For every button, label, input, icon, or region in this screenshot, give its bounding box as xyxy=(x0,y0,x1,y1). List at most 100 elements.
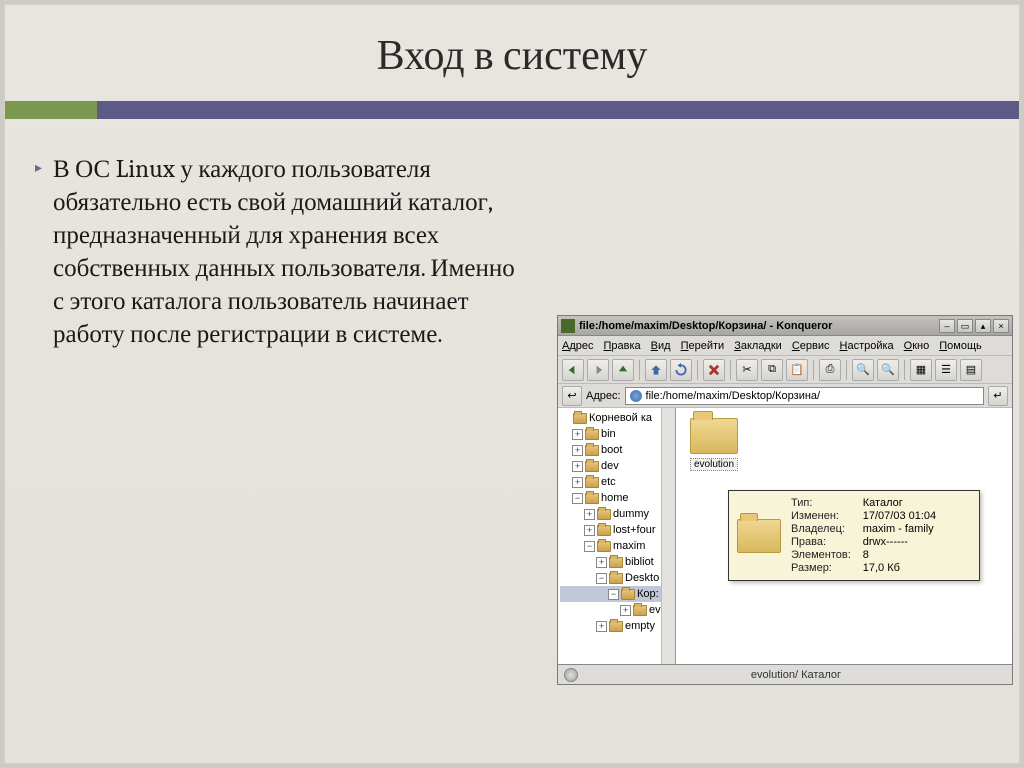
menubar: Адрес Правка Вид Перейти Закладки Сервис Настр… xyxy=(558,336,1012,356)
folder-icon xyxy=(737,519,781,553)
reload-button[interactable] xyxy=(670,359,692,381)
tree-toggle-icon[interactable]: − xyxy=(584,541,595,552)
tooltip-label: Элементов: xyxy=(791,549,851,561)
tree-item[interactable]: + lost+four xyxy=(560,522,675,538)
menu-item[interactable]: Перейти xyxy=(681,340,725,352)
up-button[interactable] xyxy=(612,359,634,381)
paste-button[interactable]: 📋 xyxy=(786,359,808,381)
print-button[interactable]: ⎙ xyxy=(819,359,841,381)
tooltip-value: maxim - family xyxy=(863,523,936,535)
tree-label: bin xyxy=(601,428,616,440)
tree-toggle-icon[interactable]: + xyxy=(572,445,583,456)
folder-icon xyxy=(573,413,587,424)
tree-item[interactable]: + bin xyxy=(560,426,675,442)
view-list-button[interactable]: ☰ xyxy=(935,359,957,381)
folder-icon xyxy=(597,525,611,536)
folder-icon xyxy=(585,477,599,488)
address-input[interactable]: file:/home/maxim/Desktop/Корзина/ xyxy=(625,387,984,405)
tree-panel[interactable]: Корневой ка+bin+boot+dev+etc−home+dummy+… xyxy=(558,408,676,664)
folder-label: evolution xyxy=(690,458,738,471)
shade-button[interactable]: ▴ xyxy=(975,319,991,333)
tooltip-label: Права: xyxy=(791,536,851,548)
close-button[interactable]: × xyxy=(993,319,1009,333)
tree-label: bibliot xyxy=(625,556,654,568)
tree-item[interactable]: − maxim xyxy=(560,538,675,554)
tree-toggle-icon[interactable]: + xyxy=(596,621,607,632)
tooltip-label: Тип: xyxy=(791,497,851,509)
home-button[interactable] xyxy=(645,359,667,381)
cut-button[interactable]: ✂ xyxy=(736,359,758,381)
go-button[interactable]: ↵ xyxy=(988,386,1008,406)
location-icon xyxy=(630,390,642,402)
address-label: Адрес: xyxy=(586,390,621,402)
tree-toggle-icon[interactable]: + xyxy=(584,509,595,520)
tooltip-value: drwx------ xyxy=(863,536,936,548)
tree-item[interactable]: +boot xyxy=(560,442,675,458)
tooltip-value: 8 xyxy=(863,549,936,561)
slide-body: ▸ В ОС Linux у каждого пользователя обяз… xyxy=(35,153,515,351)
nav-clear-button[interactable]: ↩ xyxy=(562,386,582,406)
menu-item[interactable]: Окно xyxy=(904,340,930,352)
tree-label: dummy xyxy=(613,508,649,520)
tree-item[interactable]: −Deskto xyxy=(560,570,675,586)
tree-item[interactable]: + etc xyxy=(560,474,675,490)
tree-label: etc xyxy=(601,476,616,488)
tree-label: lost+four xyxy=(613,524,656,536)
tree-toggle-icon[interactable]: + xyxy=(572,461,583,472)
menu-item[interactable]: Адрес xyxy=(562,340,594,352)
folder-icon xyxy=(609,557,623,568)
tree-item[interactable]: + empty xyxy=(560,618,675,634)
forward-button[interactable] xyxy=(587,359,609,381)
window-title: file:/home/maxim/Desktop/Корзина/ - Konq… xyxy=(579,320,939,332)
tree-toggle-icon[interactable]: + xyxy=(572,429,583,440)
back-button[interactable] xyxy=(562,359,584,381)
folder-icon xyxy=(690,418,738,454)
tree-toggle-icon[interactable]: − xyxy=(596,573,607,584)
view-icons-button[interactable]: ▦ xyxy=(910,359,932,381)
tree-label: empty xyxy=(625,620,655,632)
minimize-button[interactable]: – xyxy=(939,319,955,333)
tree-toggle-icon[interactable]: + xyxy=(584,525,595,536)
body-text: В ОС Linux у каждого пользователя обязат… xyxy=(53,153,515,351)
zoom-out-button[interactable]: 🔍 xyxy=(877,359,899,381)
menu-item[interactable]: Вид xyxy=(651,340,671,352)
tree-item[interactable]: Корневой ка xyxy=(560,410,675,426)
menu-item[interactable]: Настройка xyxy=(840,340,894,352)
menu-item[interactable]: Закладки xyxy=(734,340,782,352)
tree-item[interactable]: −home xyxy=(560,490,675,506)
titlebar[interactable]: file:/home/maxim/Desktop/Корзина/ - Konq… xyxy=(558,316,1012,336)
menu-item[interactable]: Помощь xyxy=(939,340,982,352)
tree-toggle-icon[interactable]: − xyxy=(608,589,619,600)
tree-label: maxim xyxy=(613,540,645,552)
toolbar: ✂ ⧉ 📋 ⎙ 🔍 🔍 ▦ ☰ ▤ xyxy=(558,356,1012,384)
tree-item[interactable]: +dev xyxy=(560,458,675,474)
tree-toggle-icon[interactable]: − xyxy=(572,493,583,504)
tree-toggle-icon[interactable]: + xyxy=(572,477,583,488)
maximize-button[interactable]: ▭ xyxy=(957,319,973,333)
tree-item[interactable]: + bibliot xyxy=(560,554,675,570)
view-detail-button[interactable]: ▤ xyxy=(960,359,982,381)
tree-item[interactable]: + ev xyxy=(560,602,675,618)
tooltip-value: 17/07/03 01:04 xyxy=(863,510,936,522)
menu-item[interactable]: Правка xyxy=(604,340,641,352)
file-view[interactable]: evolution Тип:КаталогИзменен:17/07/03 01… xyxy=(676,408,1012,664)
folder-icon xyxy=(585,429,599,440)
folder-icon xyxy=(609,573,623,584)
tree-label: Кор: xyxy=(637,588,659,600)
tree-scrollbar[interactable] xyxy=(661,408,675,664)
tooltip-label: Размер: xyxy=(791,562,851,574)
zoom-in-button[interactable]: 🔍 xyxy=(852,359,874,381)
tree-item[interactable]: − Кор: xyxy=(560,586,675,602)
tree-toggle-icon[interactable]: + xyxy=(596,557,607,568)
copy-button[interactable]: ⧉ xyxy=(761,359,783,381)
folder-item[interactable]: evolution xyxy=(690,418,738,471)
stop-button[interactable] xyxy=(703,359,725,381)
menu-item[interactable]: Сервис xyxy=(792,340,830,352)
konqueror-window: file:/home/maxim/Desktop/Корзина/ - Konq… xyxy=(557,315,1013,685)
tree-item[interactable]: + dummy xyxy=(560,506,675,522)
slide-title: Вход в систему xyxy=(5,31,1019,80)
tree-label: ev xyxy=(649,604,661,616)
status-text: evolution/ Каталог xyxy=(586,669,1006,681)
tree-toggle-icon[interactable]: + xyxy=(620,605,631,616)
app-icon xyxy=(561,319,575,333)
